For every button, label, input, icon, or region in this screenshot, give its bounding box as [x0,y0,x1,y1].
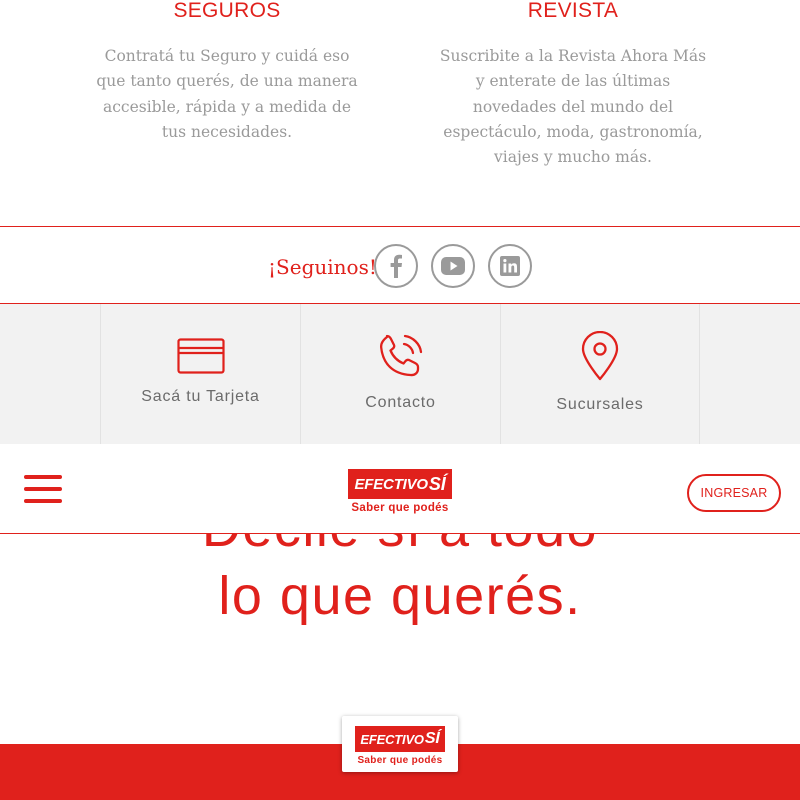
map-pin-icon [581,331,619,381]
footer-logo-card[interactable]: EFECTIVO SÍ Saber que podés [342,716,458,772]
header-logo-mark: EFECTIVO SÍ [348,469,452,499]
quick-links-bar: Sacá tu Tarjeta Contacto Sucursales [0,304,800,444]
quick-link-contacto[interactable]: Contacto [300,304,500,444]
quick-link-contacto-label: Contacto [365,394,436,411]
header-logo-si: SÍ [428,473,446,494]
seguros-title[interactable]: SEGUROS [92,0,362,23]
header-logo-text: EFECTIVO [354,475,428,493]
linkedin-link[interactable] [488,244,532,288]
youtube-link[interactable] [431,244,475,288]
footer-logo-text: EFECTIVO [360,731,424,747]
header-logo-tagline: Saber que podés [351,502,449,514]
footer-logo-mark: EFECTIVO SÍ [355,726,445,752]
linkedin-icon [500,256,520,276]
header-logo[interactable]: EFECTIVO SÍ Saber que podés [348,469,452,514]
youtube-icon [441,257,465,275]
credit-card-icon [176,338,225,374]
site-header: EFECTIVO SÍ Saber que podés INGRESAR [0,444,800,534]
footer-logo: EFECTIVO SÍ Saber que podés [355,726,445,766]
revista-title[interactable]: REVISTA [438,0,708,23]
footer-logo-si: SÍ [424,730,440,747]
quick-link-tarjeta-label: Sacá tu Tarjeta [141,388,260,405]
seguros-description: Contratá tu Seguro y cuidá eso que tanto… [96,47,358,141]
quick-link-tarjeta[interactable]: Sacá tu Tarjeta [100,304,300,444]
hero-section: Decile sí a todo lo que querés. [0,534,800,744]
footer-logo-tagline: Saber que podés [357,755,443,766]
hamburger-menu-icon[interactable] [24,475,62,504]
phone-icon [379,334,422,377]
quick-link-sucursales[interactable]: Sucursales [500,304,700,444]
social-follow-bar: ¡Seguinos! [0,226,800,304]
facebook-icon [390,254,402,278]
hero-line-2: lo que querés. [218,566,582,626]
facebook-link[interactable] [374,244,418,288]
seguros-section: SEGUROS Contratá tu Seguro y cuidá eso q… [92,0,362,145]
hero-line-1: Decile sí a todo [0,534,800,558]
follow-label: ¡Seguinos! [268,255,377,279]
quick-link-sucursales-label: Sucursales [556,396,644,413]
login-button[interactable]: INGRESAR [687,474,781,512]
revista-section: REVISTA Suscribite a la Revista Ahora Má… [438,0,708,170]
revista-description: Suscribite a la Revista Ahora Más y ente… [439,47,707,167]
